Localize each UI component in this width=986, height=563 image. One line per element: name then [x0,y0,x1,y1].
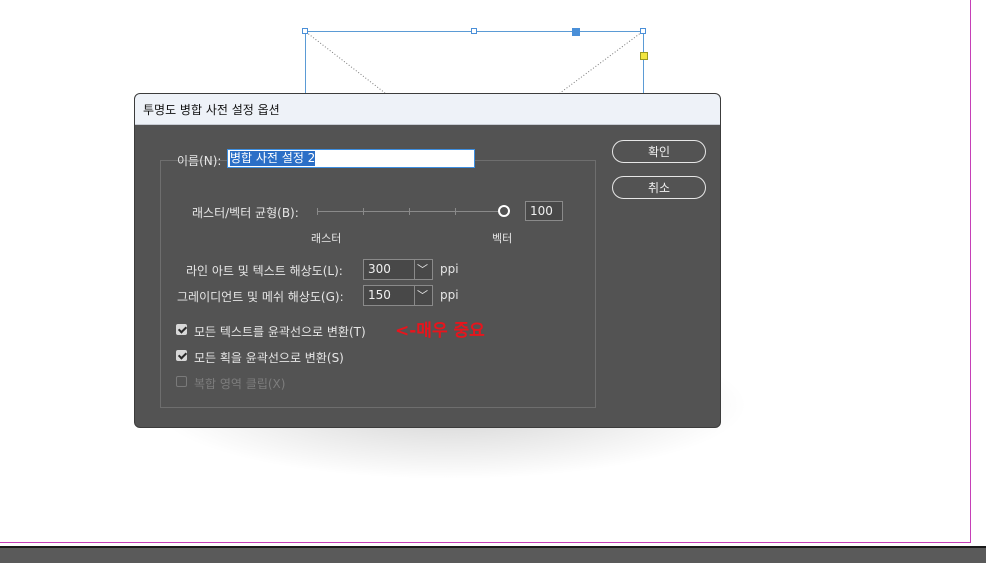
slider-tick [363,208,364,215]
page-margin-line-bottom [0,542,971,543]
slider-tick [455,208,456,215]
name-label: 이름(N): [177,154,222,168]
gradient-mesh-resolution-label: 그레이디언트 및 메쉬 해상도(G): [177,290,344,304]
frame-handle-top-right[interactable] [640,28,646,34]
annotation-very-important: <-매우 중요 [395,321,485,341]
combo-separator [414,286,415,305]
combo-separator [414,260,415,279]
convert-strokes-outlines-label[interactable]: 모든 획을 윤곽선으로 변환(S) [194,349,344,366]
preset-name-value: 병합 사전 설정 2 [230,151,316,166]
selected-frame-left [305,31,306,93]
clip-complex-regions-checkbox [176,376,187,387]
gradient-mesh-resolution-combo[interactable]: 150 ﹀ [363,285,433,306]
options-group [160,160,596,408]
raster-label: 래스터 [311,232,342,245]
convert-text-outlines-label[interactable]: 모든 텍스트를 윤곽선으로 변환(T) [194,323,366,340]
page-margin-line [970,0,971,543]
line-art-resolution-combo[interactable]: 300 ﹀ [363,259,433,280]
frame-corner-options-handle[interactable] [640,52,648,60]
gradient-mesh-resolution-value: 150 [368,288,391,302]
clip-complex-regions-label: 복합 영역 클립(X) [194,377,286,391]
line-art-unit: ppi [440,262,459,276]
line-art-resolution-value: 300 [368,262,391,276]
dialog-title: 투명도 병합 사전 설정 옵션 [143,102,280,117]
pasteboard [0,546,986,563]
flattener-preset-dialog: 투명도 병합 사전 설정 옵션 이름(N): 병합 사전 설정 2 래스터/벡터… [134,93,721,428]
dialog-titlebar[interactable]: 투명도 병합 사전 설정 옵션 [135,94,720,125]
slider-tick [409,208,410,215]
balance-value-field[interactable]: 100 [525,201,563,221]
frame-handle-top-left[interactable] [302,28,308,34]
preset-name-input[interactable]: 병합 사전 설정 2 [227,149,475,168]
convert-text-outlines-checkbox[interactable] [176,324,187,335]
balance-slider-knob[interactable] [498,205,510,217]
gradient-mesh-unit: ppi [440,288,459,302]
chevron-down-icon[interactable]: ﹀ [417,261,428,277]
balance-label: 래스터/벡터 균형(B): [192,206,299,220]
vector-label: 벡터 [492,232,513,245]
ok-button[interactable]: 확인 [612,140,706,163]
frame-handle-top-middle[interactable] [471,28,477,34]
slider-tick [317,208,318,215]
cancel-button[interactable]: 취소 [612,176,706,199]
convert-strokes-outlines-checkbox[interactable] [176,350,187,361]
selected-frame-right [643,31,644,93]
line-art-resolution-label: 라인 아트 및 텍스트 해상도(L): [186,264,343,278]
chevron-down-icon[interactable]: ﹀ [417,287,428,303]
frame-handle-center-point[interactable] [572,28,580,36]
